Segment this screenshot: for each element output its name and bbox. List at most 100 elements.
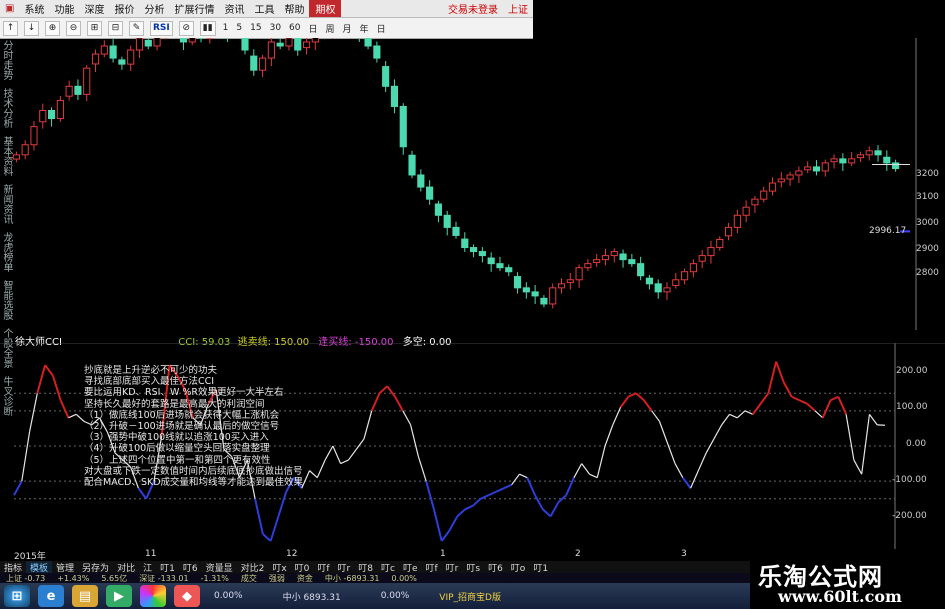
cci-line-segment	[681, 477, 692, 489]
annotation-text: 抄底就是上升逆必不可少的功夫 寻找底部底部买入最佳方法CCI 要比运用KD、RS…	[84, 365, 303, 488]
candle-body	[593, 259, 601, 263]
period-5-button[interactable]: 5	[236, 23, 242, 33]
period-year-button[interactable]: 年	[360, 22, 369, 35]
cci-line-segment	[674, 463, 684, 478]
browser-icon[interactable]: e	[38, 585, 64, 607]
menu-item-depth[interactable]: 深度	[79, 1, 109, 16]
cci-line-segment	[254, 498, 264, 535]
candle-body	[830, 158, 838, 163]
draw-icon[interactable]: ✎	[129, 20, 144, 36]
bars-icon[interactable]: ▮▮	[199, 20, 216, 36]
period-30-button[interactable]: 30	[270, 23, 281, 33]
status-item: 强弱	[268, 573, 285, 583]
login-status-link[interactable]: 交易未登录	[443, 1, 503, 16]
zoom-out-icon[interactable]: ⊖	[66, 20, 81, 36]
cci-line-segment	[759, 392, 770, 405]
grid-icon[interactable]: ⊟	[108, 20, 123, 36]
cci-line-segment	[643, 399, 653, 412]
arrow-up-icon[interactable]: ↑	[3, 20, 18, 36]
app-icon[interactable]: ◆	[174, 585, 200, 607]
rsi-button[interactable]: RSI	[150, 20, 173, 36]
media-icon[interactable]: ▶	[106, 585, 132, 607]
windows-start-icon[interactable]: ⊞	[4, 585, 30, 607]
cci-line-segment	[340, 459, 349, 465]
period-month-button[interactable]: 月	[343, 22, 352, 35]
menu-item-function[interactable]: 功能	[49, 1, 79, 16]
cci-line-segment	[370, 392, 381, 412]
annotation-line: （3）强势中破100线就以追涨100买入进入	[84, 432, 269, 444]
cci-line-segment	[651, 410, 660, 422]
app-logo-icon: ▣	[5, 3, 15, 14]
candle-body	[267, 41, 275, 59]
candle-body	[883, 156, 891, 164]
cci-line-segment	[363, 410, 373, 440]
period-15-button[interactable]: 15	[250, 23, 261, 33]
indicator-tab[interactable]: 资量显	[202, 561, 237, 574]
candle-body	[153, 38, 161, 47]
indicator-tab[interactable]: 管理	[52, 561, 78, 574]
period-multi-day-button[interactable]: 日	[377, 22, 386, 35]
indicator-tab[interactable]: 叮r	[442, 561, 463, 574]
forbid-icon[interactable]: ⊘	[178, 20, 194, 36]
menu-item-tools[interactable]: 工具	[249, 1, 279, 16]
zoom-in-icon[interactable]: ⊕	[45, 20, 60, 36]
indicator-tab[interactable]: 叮6	[484, 561, 507, 574]
menu-item-news[interactable]: 资讯	[219, 1, 249, 16]
cci-line-segment	[799, 399, 808, 405]
status-item: 中小 -6893.31	[324, 573, 380, 583]
cci-line-segment	[705, 438, 715, 454]
cci-line-segment	[464, 504, 474, 511]
annotation-line: 配合MACD、SKD成交量和均线等才能达到最佳效果	[84, 477, 304, 489]
menu-item-help[interactable]: 帮助	[279, 1, 309, 16]
annotation-line: 寻找底部底部买入最佳方法CCI	[84, 376, 215, 388]
status-item: 0.00%	[391, 573, 417, 583]
candle-body	[434, 203, 442, 216]
menu-item-system[interactable]: 系统	[19, 1, 49, 16]
layout-icon[interactable]: ⊞	[87, 20, 102, 36]
cci-tick-label: 0.00	[906, 439, 927, 449]
index-name-link[interactable]: 上证	[503, 1, 533, 16]
annotation-line: （1）做底线100后进场就会获得大幅上涨机会	[84, 409, 280, 421]
cci-line-segment	[767, 361, 778, 394]
menu-item-analysis[interactable]: 分析	[139, 1, 169, 16]
cci-line-segment	[627, 392, 637, 398]
cci-line-segment	[690, 470, 699, 489]
cci-line-segment	[347, 449, 357, 461]
cci-line-segment	[503, 483, 513, 490]
candle-body	[874, 150, 882, 156]
period-1-button[interactable]: 1	[223, 23, 229, 33]
candle-body	[478, 251, 486, 257]
period-week-button[interactable]: 周	[326, 22, 335, 35]
menu-item-extended[interactable]: 扩展行情	[169, 1, 219, 16]
menu-item-quote[interactable]: 报价	[109, 1, 139, 16]
cci-line-segment	[432, 509, 443, 542]
candle-body	[47, 109, 56, 120]
arrow-down-icon[interactable]: ↓	[24, 20, 39, 36]
candlestick-chart[interactable]	[0, 38, 945, 330]
indicator-tab[interactable]: 叮e	[399, 561, 422, 574]
candle-body	[549, 287, 557, 305]
candle-body	[681, 271, 689, 281]
cci-line-segment	[277, 491, 288, 517]
candle-body	[470, 247, 478, 253]
cci-line-segment	[410, 424, 419, 457]
cci-line-segment	[269, 516, 280, 542]
cci-line-segment	[394, 396, 404, 412]
candle-body	[821, 162, 829, 172]
folder-icon[interactable]: ▤	[72, 585, 98, 607]
menu-item-options[interactable]: 期权	[309, 0, 342, 17]
candle-body	[382, 66, 390, 87]
indicator-tab[interactable]: 叮s	[462, 561, 484, 574]
color-wheel-icon[interactable]	[140, 585, 166, 607]
indicator-tab[interactable]: 叮1	[529, 561, 552, 574]
price-tick-label: 2800	[916, 268, 939, 278]
status-item: 资金	[296, 573, 313, 583]
cci-line-segment	[425, 480, 435, 510]
indicator-tab[interactable]: 叮o	[507, 561, 530, 574]
taskbar-app-button[interactable]: VIP_招商宝D版	[439, 590, 501, 603]
indicator-tab[interactable]: 叮f	[421, 561, 441, 574]
candle-body	[645, 277, 654, 285]
period-60-button[interactable]: 60	[289, 23, 300, 33]
cci-tick-label: 100.00	[896, 402, 928, 412]
period-day-button[interactable]: 日	[309, 22, 318, 35]
